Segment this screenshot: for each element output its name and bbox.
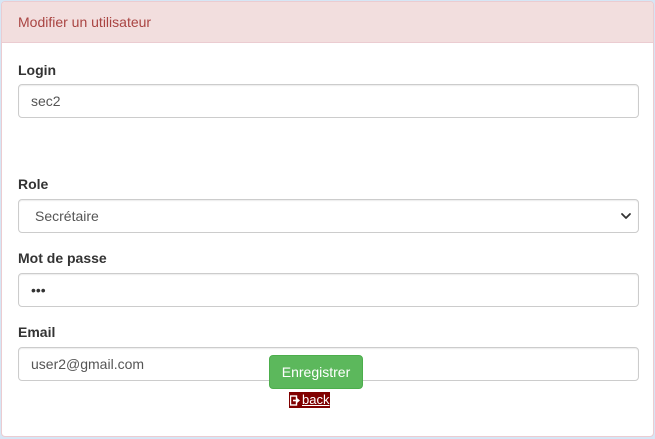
- login-input[interactable]: sec2: [18, 84, 639, 118]
- login-label: Login: [18, 62, 57, 78]
- password-group: Mot de passe •••: [18, 248, 639, 307]
- back-link[interactable]: back: [289, 392, 331, 408]
- email-label: Email: [18, 324, 56, 340]
- login-group: Login sec2: [18, 60, 639, 118]
- back-link-label: back: [302, 392, 330, 407]
- edit-user-panel: Modifier un utilisateur Login sec2 Role …: [1, 1, 654, 437]
- password-input[interactable]: •••: [18, 273, 639, 307]
- role-label: Role: [18, 176, 49, 192]
- save-button-label: Enregistrer: [281, 364, 351, 380]
- panel-heading: Modifier un utilisateur: [2, 2, 653, 43]
- sign-out-icon: [290, 394, 300, 406]
- email-value: user2@gmail.com: [31, 356, 145, 372]
- save-button[interactable]: Enregistrer: [269, 355, 363, 389]
- role-group: Role Secrétaire: [18, 174, 639, 233]
- role-select[interactable]: Secrétaire: [18, 199, 639, 233]
- panel-title: Modifier un utilisateur: [18, 14, 152, 30]
- chevron-down-icon: [621, 213, 631, 219]
- password-label: Mot de passe: [18, 250, 107, 266]
- role-selected-value: Secrétaire: [35, 208, 99, 224]
- login-value: sec2: [31, 93, 61, 109]
- password-masked-value: •••: [31, 282, 46, 298]
